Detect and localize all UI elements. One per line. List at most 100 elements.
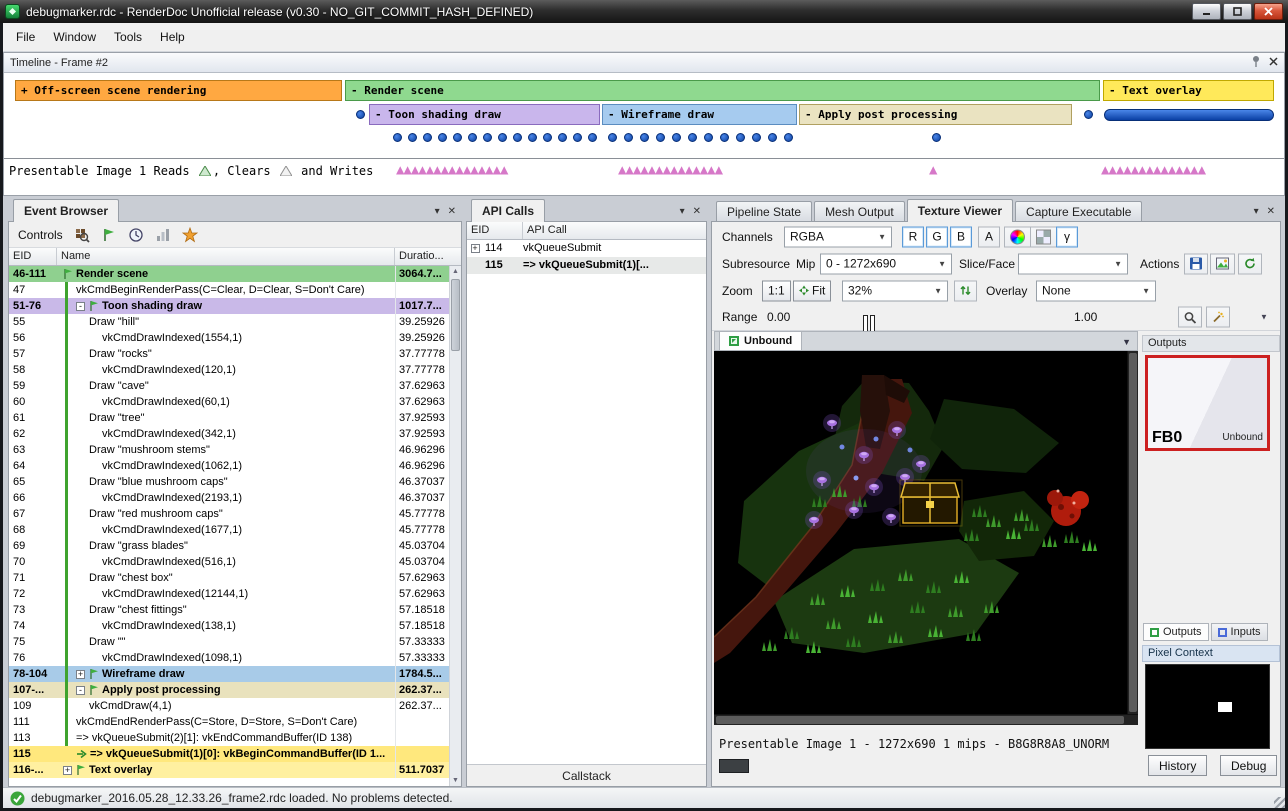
event-dot[interactable] xyxy=(932,133,941,142)
event-row[interactable]: 107-...-Apply post processing262.37... xyxy=(9,682,449,698)
auto-range-wand-button[interactable] xyxy=(1206,307,1230,328)
event-row[interactable]: 70vkCmdDrawIndexed(516,1)45.03704 xyxy=(9,554,449,570)
texture-vertical-scrollbar[interactable] xyxy=(1127,351,1138,714)
stats-icon[interactable] xyxy=(155,227,171,243)
gamma-button[interactable]: γ xyxy=(1056,226,1078,247)
event-row[interactable]: 65Draw "blue mushroom caps"46.37037 xyxy=(9,474,449,490)
zoom-1to1-button[interactable]: 1:1 xyxy=(762,280,791,301)
timeline-body[interactable]: Presentable Image 1 Reads , Clears and W… xyxy=(4,73,1284,195)
event-browser-scrollbar[interactable]: ▲ ▼ xyxy=(449,266,461,786)
event-row[interactable]: 76vkCmdDrawIndexed(1098,1)57.33333 xyxy=(9,650,449,666)
event-row[interactable]: 46-111Render scene3064.7... xyxy=(9,266,449,282)
tab-mesh-output[interactable]: Mesh Output xyxy=(814,201,905,222)
event-dot[interactable] xyxy=(720,133,729,142)
timeline-marker-bar[interactable]: - Toon shading draw xyxy=(369,104,600,125)
event-dot[interactable] xyxy=(453,133,462,142)
menu-help[interactable]: Help xyxy=(151,25,194,49)
debug-button[interactable]: Debug xyxy=(1220,755,1277,776)
event-row[interactable]: 78-104+Wireframe draw1784.5... xyxy=(9,666,449,682)
menu-tools[interactable]: Tools xyxy=(105,25,151,49)
event-row[interactable]: 73Draw "chest fittings"57.18518 xyxy=(9,602,449,618)
timeline-marker-bar[interactable]: - Wireframe draw xyxy=(602,104,797,125)
timeline-marker-bar[interactable]: - Render scene xyxy=(345,80,1100,101)
open-texture-list-button[interactable] xyxy=(1210,253,1235,274)
event-dot-capsule[interactable] xyxy=(1104,109,1274,121)
time-durations-icon[interactable] xyxy=(128,227,144,243)
bookmark-icon[interactable] xyxy=(182,227,198,243)
event-dot[interactable] xyxy=(704,133,713,142)
column-eid[interactable]: EID xyxy=(467,222,523,239)
event-row[interactable]: 60vkCmdDrawIndexed(60,1)37.62963 xyxy=(9,394,449,410)
tab-unbound-texture[interactable]: Unbound xyxy=(719,331,802,350)
maximize-button[interactable] xyxy=(1223,3,1252,20)
event-row[interactable]: 68vkCmdDrawIndexed(1677,1)45.77778 xyxy=(9,522,449,538)
refresh-button[interactable] xyxy=(1238,253,1262,274)
column-duration[interactable]: Duratio... xyxy=(395,248,461,265)
panel-menu-icon[interactable]: ▾ xyxy=(435,206,440,217)
blue-channel-button[interactable]: B xyxy=(950,226,972,247)
event-dot[interactable] xyxy=(752,133,761,142)
event-dot[interactable] xyxy=(498,133,507,142)
panel-close-icon[interactable]: ✕ xyxy=(693,206,701,217)
event-row[interactable]: 75Draw ""57.33333 xyxy=(9,634,449,650)
background-checker-button[interactable] xyxy=(1030,226,1057,247)
event-row[interactable]: 69Draw "grass blades"45.03704 xyxy=(9,538,449,554)
range-handle-low[interactable] xyxy=(870,315,875,332)
zoom-level-select[interactable]: 32%▼ xyxy=(842,280,948,301)
scrollbar-thumb[interactable] xyxy=(1129,353,1137,712)
expander-icon[interactable]: + xyxy=(76,670,85,679)
minimize-button[interactable] xyxy=(1192,3,1221,20)
timeline-marker-bar[interactable]: + Off-screen scene rendering xyxy=(15,80,342,101)
event-dot[interactable] xyxy=(672,133,681,142)
expander-icon[interactable]: - xyxy=(76,686,85,695)
event-row[interactable]: 66vkCmdDrawIndexed(2193,1)46.37037 xyxy=(9,490,449,506)
timeline-marker-bar[interactable]: - Apply post processing xyxy=(799,104,1072,125)
event-dot[interactable] xyxy=(573,133,582,142)
event-row[interactable]: 72vkCmdDrawIndexed(12144,1)57.62963 xyxy=(9,586,449,602)
event-row[interactable]: 59Draw "cave"37.62963 xyxy=(9,378,449,394)
event-row[interactable]: 74vkCmdDrawIndexed(138,1)57.18518 xyxy=(9,618,449,634)
mip-select[interactable]: 0 - 1272x690▼ xyxy=(820,253,952,274)
scrollbar-thumb[interactable] xyxy=(451,279,460,351)
event-dot[interactable] xyxy=(423,133,432,142)
panel-close-icon[interactable]: ✕ xyxy=(448,206,456,217)
event-dot[interactable] xyxy=(688,133,697,142)
scrollbar-thumb[interactable] xyxy=(716,716,1124,724)
tab-event-browser[interactable]: Event Browser xyxy=(13,199,119,222)
tab-api-calls[interactable]: API Calls xyxy=(471,199,545,222)
texture-list-chevron-icon[interactable]: ▼ xyxy=(1116,337,1137,350)
event-row[interactable]: 116-...+Text overlay511.7037 xyxy=(9,762,449,778)
scroll-down-icon[interactable]: ▼ xyxy=(450,775,461,786)
event-dot[interactable] xyxy=(656,133,665,142)
event-row[interactable]: 58vkCmdDrawIndexed(120,1)37.77778 xyxy=(9,362,449,378)
expander-icon[interactable]: + xyxy=(471,244,480,253)
event-dot[interactable] xyxy=(543,133,552,142)
event-row[interactable]: 47vkCmdBeginRenderPass(C=Clear, D=Clear,… xyxy=(9,282,449,298)
event-dot[interactable] xyxy=(736,133,745,142)
fb0-thumbnail[interactable]: FB0 Unbound xyxy=(1145,355,1270,451)
event-dot[interactable] xyxy=(513,133,522,142)
event-row[interactable]: 56vkCmdDrawIndexed(1554,1)39.25926 xyxy=(9,330,449,346)
tab-pipeline-state[interactable]: Pipeline State xyxy=(716,201,812,222)
event-dot[interactable] xyxy=(408,133,417,142)
event-row[interactable]: 115=> vkQueueSubmit(1)[0]: vkBeginComman… xyxy=(9,746,449,762)
history-button[interactable]: History xyxy=(1148,755,1207,776)
event-dot[interactable] xyxy=(1084,110,1093,119)
pin-icon[interactable] xyxy=(1251,55,1261,70)
timeline-close-icon[interactable] xyxy=(1269,57,1278,69)
event-row[interactable]: 71Draw "chest box"57.62963 xyxy=(9,570,449,586)
flip-y-button[interactable] xyxy=(954,280,977,301)
channels-select[interactable]: RGBA▼ xyxy=(784,226,892,247)
event-dot[interactable] xyxy=(438,133,447,142)
event-dot[interactable] xyxy=(483,133,492,142)
tab-capture-executable[interactable]: Capture Executable xyxy=(1015,201,1142,222)
event-dot[interactable] xyxy=(468,133,477,142)
panel-close-icon[interactable]: ✕ xyxy=(1267,206,1275,217)
column-api-call[interactable]: API Call xyxy=(523,222,706,239)
event-dot[interactable] xyxy=(608,133,617,142)
texture-image-view[interactable] xyxy=(714,351,1127,714)
overlay-select[interactable]: None▼ xyxy=(1036,280,1156,301)
panel-menu-icon[interactable]: ▾ xyxy=(1254,206,1259,217)
expander-icon[interactable]: - xyxy=(76,302,85,311)
panel-menu-icon[interactable]: ▾ xyxy=(680,206,685,217)
